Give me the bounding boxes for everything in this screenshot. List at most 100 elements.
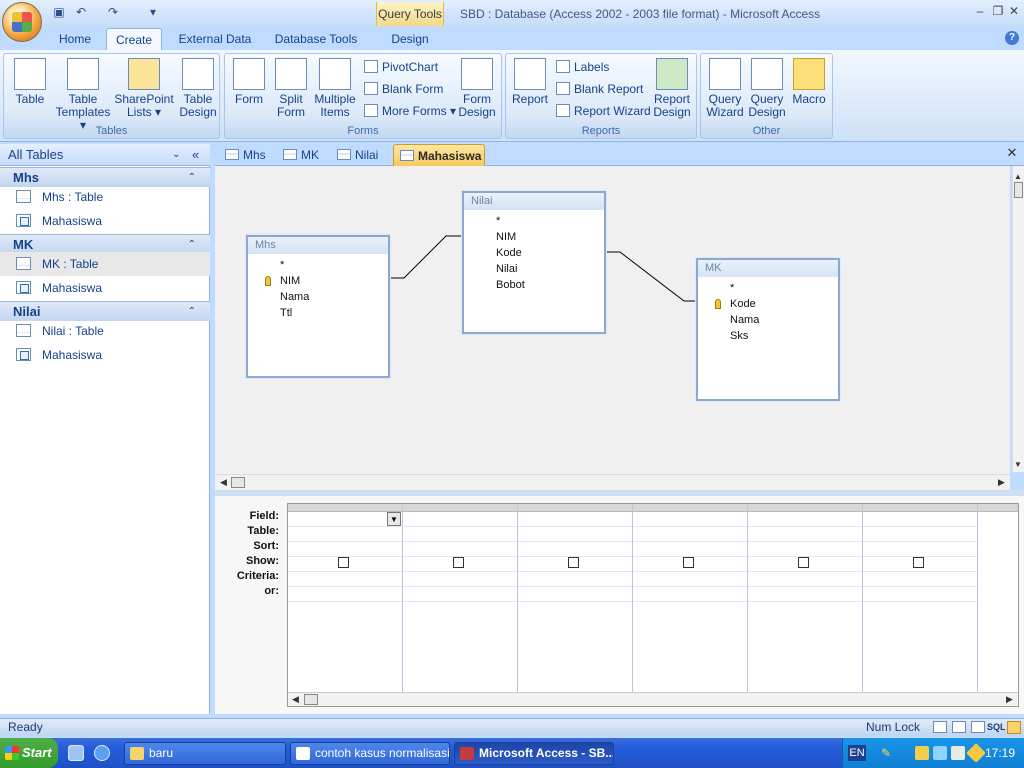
table-design-button[interactable]: Table Design <box>176 58 220 119</box>
task-contoh-kasus[interactable]: contoh kasus normalisasi... <box>290 742 450 765</box>
multiple-items-button[interactable]: Multiple Items <box>313 58 357 119</box>
scroll-right-icon[interactable]: ▶ <box>1006 694 1013 705</box>
nav-item-mhs-mahasiswa[interactable]: Mahasiswa <box>0 209 210 233</box>
nav-group-mhs[interactable]: Mhs ⌃ <box>0 167 210 187</box>
close-document-icon[interactable]: ✕ <box>1005 146 1019 160</box>
doc-tab-mahasiswa[interactable]: Mahasiswa <box>393 144 485 166</box>
query-table-mk[interactable]: MK * Kode Nama Sks <box>696 258 840 401</box>
criteria-cell[interactable] <box>518 572 632 587</box>
office-button[interactable] <box>2 2 42 42</box>
undo-icon[interactable]: ↶ <box>74 5 88 19</box>
query-design-button[interactable]: Query Design <box>745 58 789 119</box>
shutter-bar-collapse-icon[interactable]: « <box>192 144 199 166</box>
minimize-icon[interactable]: – <box>972 4 988 18</box>
field-row[interactable]: Nilai <box>464 261 604 277</box>
field-cell[interactable] <box>518 512 632 527</box>
table-templates-button[interactable]: Table Templates ▾ <box>54 58 112 132</box>
doc-tab-mk[interactable]: MK <box>277 144 327 166</box>
help-icon[interactable]: ? <box>1005 31 1019 45</box>
split-form-button[interactable]: Split Form <box>269 58 313 119</box>
column-selector[interactable] <box>978 504 1018 512</box>
nav-item-mhs-table[interactable]: Mhs : Table <box>0 185 210 209</box>
datasheet-view-icon[interactable] <box>933 721 947 733</box>
pivotchart-button[interactable]: PivotChart <box>364 58 438 76</box>
doc-tab-nilai[interactable]: Nilai <box>331 144 389 166</box>
redo-icon[interactable]: ↷ <box>106 5 120 19</box>
blank-form-button[interactable]: Blank Form <box>364 80 443 98</box>
query-table-title[interactable]: Mhs <box>248 237 388 254</box>
save-icon[interactable]: ▣ <box>52 5 66 19</box>
criteria-cell[interactable] <box>748 572 862 587</box>
show-checkbox[interactable] <box>453 557 464 568</box>
sort-cell[interactable] <box>403 542 517 557</box>
sort-cell[interactable] <box>633 542 747 557</box>
field-row[interactable]: Nama <box>248 289 388 305</box>
query-table-nilai[interactable]: Nilai * NIM Kode Nilai Bobot <box>462 191 606 334</box>
grid-column[interactable] <box>863 504 978 692</box>
query-table-title[interactable]: Nilai <box>464 193 604 210</box>
or-cell[interactable] <box>518 587 632 602</box>
pivotchart-view-icon[interactable] <box>971 721 985 733</box>
criteria-cell[interactable] <box>288 572 402 587</box>
tab-home[interactable]: Home <box>54 28 96 50</box>
scroll-left-icon[interactable]: ◀ <box>220 477 227 488</box>
show-checkbox[interactable] <box>338 557 349 568</box>
nav-item-mk-mahasiswa[interactable]: Mahasiswa <box>0 276 210 300</box>
tab-design[interactable]: Design <box>382 28 438 50</box>
query-wizard-button[interactable]: Query Wizard <box>703 58 747 119</box>
show-desktop-icon[interactable] <box>68 745 84 761</box>
nav-item-nilai-table[interactable]: Nilai : Table <box>0 319 210 343</box>
scroll-left-icon[interactable]: ◀ <box>292 694 299 705</box>
grid-column[interactable] <box>748 504 863 692</box>
blank-report-button[interactable]: Blank Report <box>556 80 643 98</box>
labels-button[interactable]: Labels <box>556 58 609 76</box>
task-folder-baru[interactable]: baru <box>124 742 286 765</box>
field-row[interactable]: * <box>248 257 388 273</box>
show-checkbox[interactable] <box>568 557 579 568</box>
macro-button[interactable]: Macro <box>787 58 831 106</box>
tab-external-data[interactable]: External Data <box>172 28 258 50</box>
query-table-title[interactable]: MK <box>698 260 838 277</box>
or-cell[interactable] <box>633 587 747 602</box>
nav-item-nilai-mahasiswa[interactable]: Mahasiswa <box>0 343 210 367</box>
tray-app-icon[interactable] <box>915 746 929 760</box>
nav-group-mk[interactable]: MK ⌃ <box>0 234 210 254</box>
field-row[interactable]: Sks <box>698 328 838 344</box>
close-icon[interactable]: ✕ <box>1006 4 1022 18</box>
scroll-thumb[interactable] <box>231 477 245 488</box>
table-cell[interactable] <box>863 527 977 542</box>
tab-create[interactable]: Create <box>106 28 162 50</box>
language-indicator[interactable]: EN <box>848 745 866 761</box>
more-forms-button[interactable]: More Forms ▾ <box>364 102 456 120</box>
column-selector[interactable] <box>748 504 862 512</box>
field-row[interactable]: Nama <box>698 312 838 328</box>
field-row[interactable]: * <box>464 213 604 229</box>
field-row[interactable]: Bobot <box>464 277 604 293</box>
report-wizard-button[interactable]: Report Wizard <box>556 102 651 120</box>
network-icon[interactable] <box>933 746 947 760</box>
column-selector[interactable] <box>518 504 632 512</box>
form-button[interactable]: Form <box>227 58 271 106</box>
grid-column[interactable] <box>518 504 633 692</box>
grid-column[interactable] <box>633 504 748 692</box>
field-dropdown-icon[interactable]: ▼ <box>387 512 401 526</box>
internet-explorer-icon[interactable] <box>94 745 110 761</box>
show-checkbox[interactable] <box>913 557 924 568</box>
table-cell[interactable] <box>748 527 862 542</box>
or-cell[interactable] <box>288 587 402 602</box>
criteria-cell[interactable] <box>403 572 517 587</box>
nav-menu-dropdown-icon[interactable]: ⌄ <box>172 144 180 166</box>
field-row[interactable]: NIM <box>464 229 604 245</box>
criteria-cell[interactable] <box>633 572 747 587</box>
nav-header[interactable]: All Tables ⌄ « <box>0 144 210 166</box>
start-button[interactable]: Start <box>0 738 58 768</box>
grid-horizontal-scrollbar[interactable]: ◀ ▶ <box>288 692 1018 706</box>
table-cell[interactable] <box>403 527 517 542</box>
nav-group-nilai[interactable]: Nilai ⌃ <box>0 301 210 321</box>
column-selector[interactable] <box>403 504 517 512</box>
table-cell[interactable] <box>288 527 402 542</box>
field-row[interactable]: NIM <box>248 273 388 289</box>
query-table-mhs[interactable]: Mhs * NIM Nama Ttl <box>246 235 390 378</box>
scroll-up-icon[interactable]: ▲ <box>1014 172 1023 182</box>
grid-column[interactable] <box>978 504 1018 692</box>
